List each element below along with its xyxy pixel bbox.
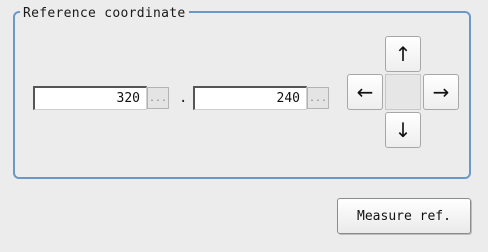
y-coordinate-value: 240 bbox=[276, 91, 300, 106]
reference-coordinate-panel: Reference coordinate 320 ... . 240 ... ↑… bbox=[0, 0, 488, 252]
group-title: Reference coordinate bbox=[20, 6, 189, 21]
measure-ref-button[interactable]: Measure ref. bbox=[337, 198, 471, 234]
y-coordinate-field[interactable]: 240 bbox=[193, 86, 307, 110]
arrow-up-icon: ↑ bbox=[394, 42, 412, 66]
coordinate-separator: . bbox=[179, 90, 188, 106]
direction-pad-center bbox=[385, 74, 421, 110]
move-down-button[interactable]: ↓ bbox=[385, 112, 421, 148]
arrow-down-icon: ↓ bbox=[394, 118, 412, 142]
move-up-button[interactable]: ↑ bbox=[385, 36, 421, 72]
y-coordinate-ellipsis-button[interactable]: ... bbox=[307, 87, 329, 109]
measure-ref-label: Measure ref. bbox=[357, 208, 451, 224]
arrow-right-icon: → bbox=[432, 80, 450, 104]
x-coordinate-ellipsis-button[interactable]: ... bbox=[147, 87, 169, 109]
move-left-button[interactable]: ← bbox=[347, 74, 383, 110]
x-coordinate-field[interactable]: 320 bbox=[33, 86, 147, 110]
arrow-left-icon: ← bbox=[356, 80, 374, 104]
move-right-button[interactable]: → bbox=[423, 74, 459, 110]
x-coordinate-value: 320 bbox=[116, 91, 140, 106]
